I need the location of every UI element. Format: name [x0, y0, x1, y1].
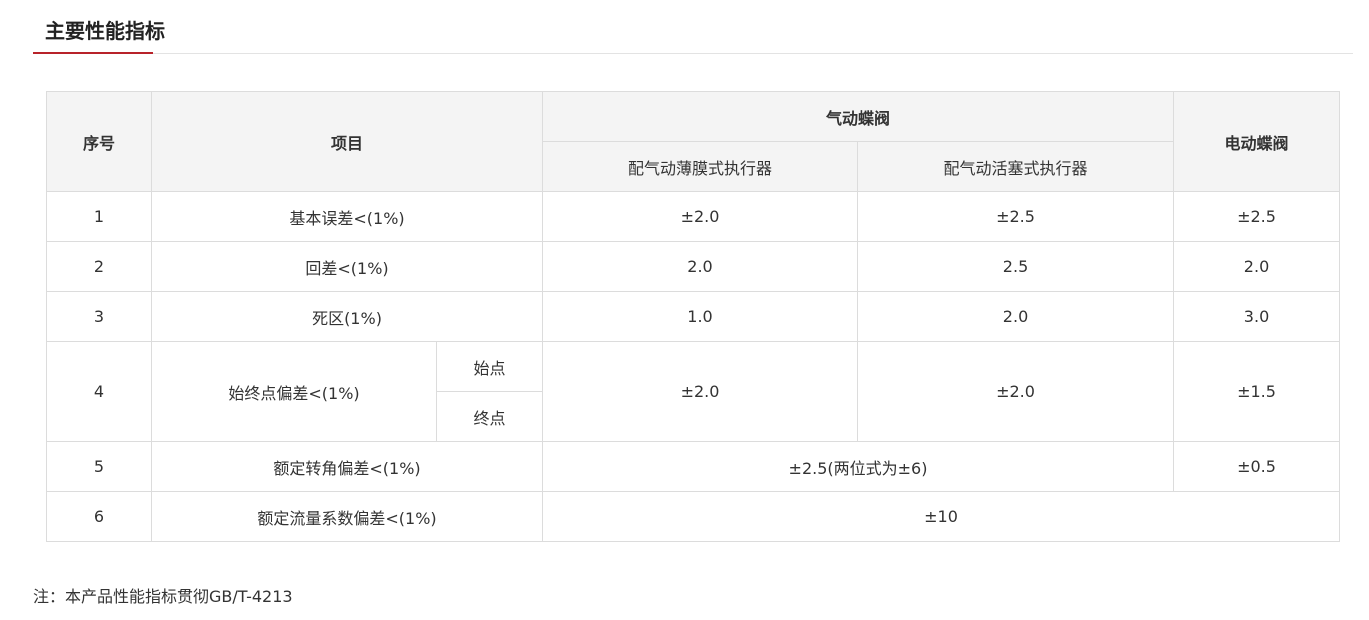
- cell-item: 死区(1%): [150, 291, 544, 342]
- header-seq: 序号: [46, 91, 152, 192]
- cell-seq: 3: [46, 291, 152, 342]
- cell-piston: ±2.5: [857, 191, 1175, 242]
- standard-note: 注：本产品性能指标贯彻GB/T-4213: [33, 587, 293, 606]
- header-piston-actuator: 配气动活塞式执行器: [857, 141, 1175, 192]
- cell-item: 额定流量系数偏差<(1%): [150, 491, 544, 542]
- header-divider: [33, 53, 1353, 54]
- cell-item: 基本误差<(1%): [150, 191, 544, 242]
- cell-seq: 4: [46, 341, 152, 442]
- cell-item: 额定转角偏差<(1%): [150, 441, 544, 492]
- header-item: 项目: [150, 91, 544, 192]
- header-pneumatic-valve: 气动蝶阀: [542, 91, 1175, 142]
- table-row: 1 基本误差<(1%) ±2.0 ±2.5 ±2.5: [46, 191, 1341, 242]
- cell-piston: 2.5: [857, 241, 1175, 292]
- table-row: 6 额定流量系数偏差<(1%) ±10: [46, 491, 1341, 542]
- section-title: 主要性能指标: [45, 19, 165, 43]
- cell-piston: 2.0: [857, 291, 1175, 342]
- cell-sub-start: 始点: [435, 341, 544, 392]
- table-row: 2 回差<(1%) 2.0 2.5 2.0: [46, 241, 1341, 292]
- section-header: 主要性能指标: [0, 0, 1369, 56]
- cell-electric: 3.0: [1173, 291, 1341, 342]
- title-accent-underline: [33, 52, 153, 54]
- cell-seq: 5: [46, 441, 152, 492]
- cell-electric: 2.0: [1173, 241, 1341, 292]
- table-row: 3 死区(1%) 1.0 2.0 3.0: [46, 291, 1341, 342]
- cell-piston: ±2.0: [857, 341, 1175, 442]
- cell-diaphragm: 2.0: [542, 241, 859, 292]
- cell-item: 始终点偏差<(1%): [151, 341, 437, 442]
- cell-diaphragm: 1.0: [542, 291, 859, 342]
- cell-seq: 1: [46, 191, 152, 242]
- cell-seq: 2: [46, 241, 152, 292]
- performance-spec-table: 序号 项目 气动蝶阀 电动蝶阀 配气动薄膜式执行器 配气动活塞式执行器 1 基本…: [46, 91, 1341, 542]
- cell-all-merged: ±10: [542, 491, 1341, 542]
- cell-electric: ±1.5: [1173, 341, 1341, 442]
- cell-pneumatic-merged: ±2.5(两位式为±6): [542, 441, 1175, 492]
- cell-diaphragm: ±2.0: [542, 341, 859, 442]
- header-electric-valve: 电动蝶阀: [1173, 91, 1341, 192]
- cell-sub-end: 终点: [435, 391, 544, 442]
- cell-electric: ±2.5: [1173, 191, 1341, 242]
- table-row: 5 额定转角偏差<(1%) ±2.5(两位式为±6) ±0.5: [46, 441, 1341, 492]
- cell-seq: 6: [46, 491, 152, 542]
- table-header-row: 序号 项目 气动蝶阀 电动蝶阀: [46, 91, 1341, 192]
- cell-item: 回差<(1%): [150, 241, 544, 292]
- cell-diaphragm: ±2.0: [542, 191, 859, 242]
- header-diaphragm-actuator: 配气动薄膜式执行器: [542, 141, 859, 192]
- cell-electric: ±0.5: [1173, 441, 1341, 492]
- table-row: 4 始终点偏差<(1%) 始点 ±2.0 ±2.0 ±1.5: [46, 341, 1341, 442]
